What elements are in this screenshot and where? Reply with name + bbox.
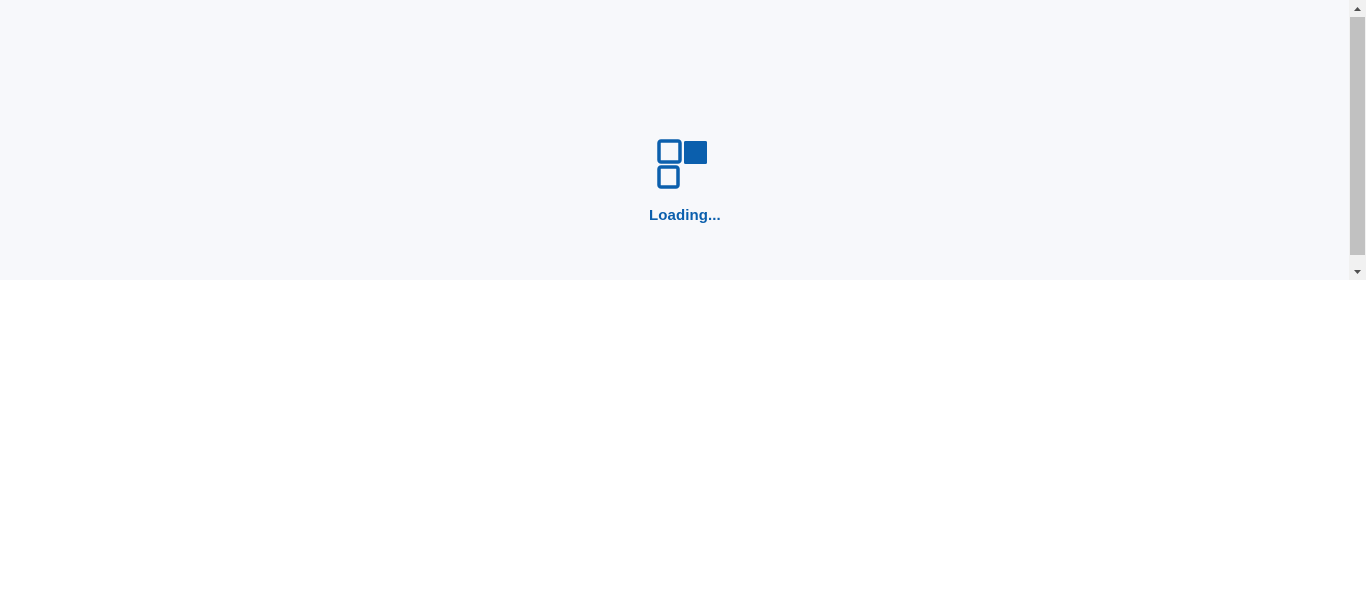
scroll-up-arrow-glyph — [1354, 6, 1361, 11]
scroll-thumb[interactable] — [1350, 17, 1365, 255]
loader-square-top-right — [684, 141, 707, 164]
loader-square-bottom-left — [657, 165, 680, 189]
loader-square-top-left — [657, 139, 682, 164]
grid-squares-icon — [657, 139, 707, 189]
scroll-up-arrow-icon[interactable] — [1349, 0, 1366, 17]
app-viewport: Loading... — [0, 0, 1366, 280]
loading-text: Loading... — [649, 207, 721, 224]
scroll-down-arrow-icon[interactable] — [1349, 263, 1366, 280]
scroll-down-arrow-glyph — [1354, 269, 1361, 274]
loading-indicator: Loading... — [649, 139, 721, 229]
vertical-scrollbar[interactable] — [1349, 0, 1366, 280]
page-content: Loading... — [0, 0, 1349, 280]
